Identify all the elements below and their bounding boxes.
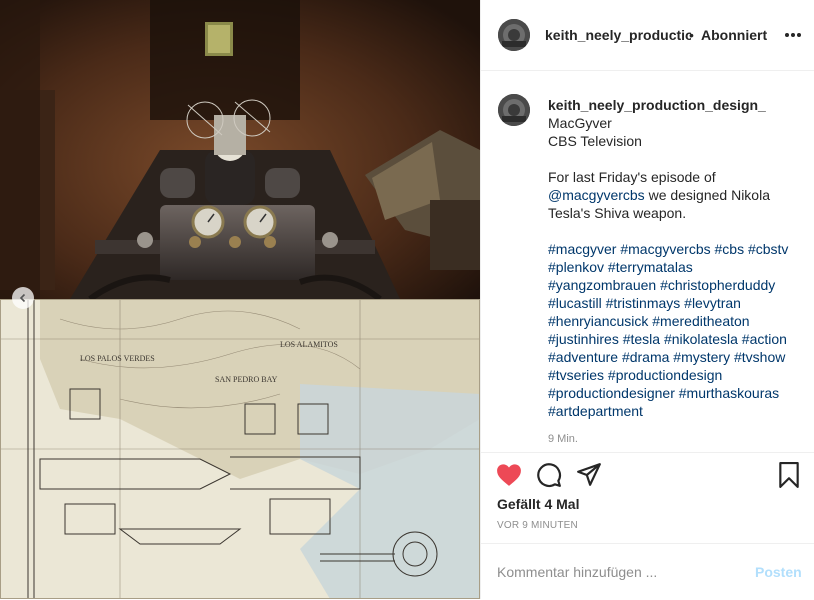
more-options-button[interactable]: [783, 26, 803, 44]
post-photo-workshop-device: [0, 0, 480, 299]
post-header: keith_neely_productior • Abonniert: [481, 0, 814, 71]
comment-icon: [537, 463, 562, 488]
save-button[interactable]: [775, 461, 803, 489]
share-button[interactable]: [575, 461, 603, 489]
caption-timestamp: 9 Min.: [548, 433, 578, 445]
likes-count[interactable]: Gefällt 4 Mal: [497, 496, 579, 512]
post-caption: keith_neely_production_design_ MacGyver …: [548, 96, 803, 420]
heart-icon: [497, 464, 521, 486]
avatar-image: [498, 19, 530, 51]
post-timestamp[interactable]: VOR 9 MINUTEN: [497, 520, 578, 531]
post-photo-blueprint-map: LOS PALOS VERDES SAN PEDRO BAY LOS ALAMI…: [0, 299, 480, 599]
caption-avatar[interactable]: [498, 94, 530, 126]
bookmark-icon: [779, 462, 799, 488]
post-comment-button[interactable]: Posten: [755, 564, 802, 580]
caption-body-text: For last Friday's episode of: [548, 169, 716, 185]
chevron-left-icon: [19, 293, 26, 303]
header-username-link[interactable]: keith_neely_productior: [545, 27, 691, 43]
svg-text:LOS ALAMITOS: LOS ALAMITOS: [280, 340, 338, 349]
post-side-panel: keith_neely_productior • Abonniert keith…: [480, 0, 814, 599]
carousel-prev-button[interactable]: [12, 287, 34, 309]
instagram-post-view: LOS PALOS VERDES SAN PEDRO BAY LOS ALAMI…: [0, 0, 814, 599]
avatar-image: [498, 94, 530, 126]
comment-box: Posten: [481, 543, 814, 600]
caption-line-network: CBS Television: [548, 133, 642, 149]
more-options-icon: [785, 33, 801, 37]
paper-plane-icon: [577, 463, 601, 486]
post-actions: [481, 452, 814, 497]
follow-status-button[interactable]: Abonniert: [701, 27, 767, 43]
mention-link[interactable]: @macgyvercbs: [548, 187, 645, 203]
header-separator: •: [689, 27, 694, 43]
avatar[interactable]: [498, 19, 530, 51]
comment-button[interactable]: [535, 461, 563, 489]
comment-input[interactable]: [497, 564, 737, 580]
hashtags[interactable]: #macgyver #macgyvercbs #cbs #cbstv #plen…: [548, 240, 803, 420]
caption-line-show: MacGyver: [548, 115, 612, 131]
svg-text:SAN PEDRO BAY: SAN PEDRO BAY: [215, 375, 278, 384]
caption-body: For last Friday's episode of @macgyvercb…: [548, 168, 803, 222]
svg-text:LOS PALOS VERDES: LOS PALOS VERDES: [80, 354, 155, 363]
like-button[interactable]: [495, 461, 523, 489]
post-media[interactable]: LOS PALOS VERDES SAN PEDRO BAY LOS ALAMI…: [0, 0, 480, 599]
caption-username-link[interactable]: keith_neely_production_design_: [548, 96, 803, 114]
